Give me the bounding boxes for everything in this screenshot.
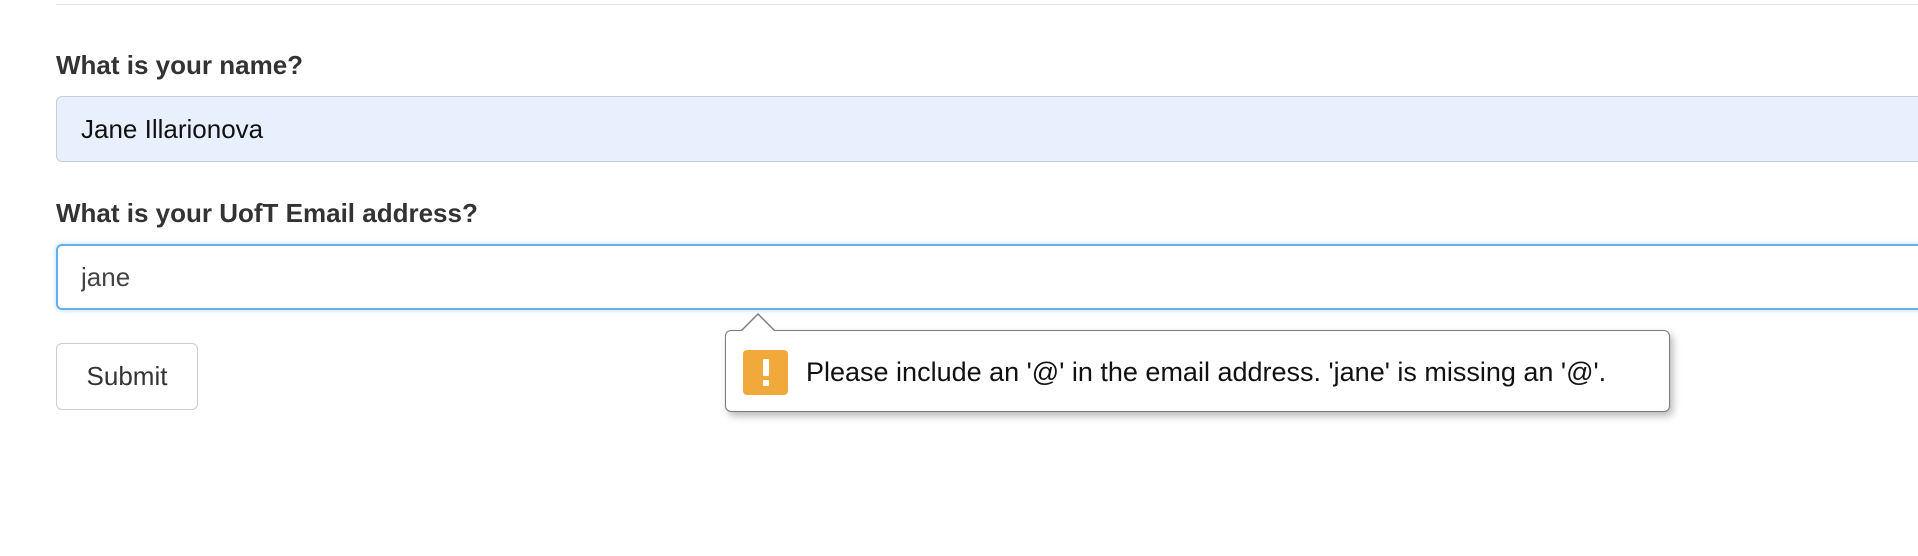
form-page: What is your name? What is your UofT Ema… bbox=[0, 0, 1918, 556]
name-input[interactable] bbox=[56, 96, 1918, 162]
email-input[interactable] bbox=[56, 244, 1918, 310]
email-label: What is your UofT Email address? bbox=[56, 198, 478, 228]
top-divider bbox=[56, 4, 1918, 5]
validation-tooltip: Please include an '@' in the email addre… bbox=[725, 313, 1670, 412]
validation-message: Please include an '@' in the email addre… bbox=[806, 357, 1607, 387]
warning-icon bbox=[743, 350, 788, 395]
submit-button[interactable]: Submit bbox=[56, 343, 198, 410]
name-label: What is your name? bbox=[56, 50, 304, 80]
